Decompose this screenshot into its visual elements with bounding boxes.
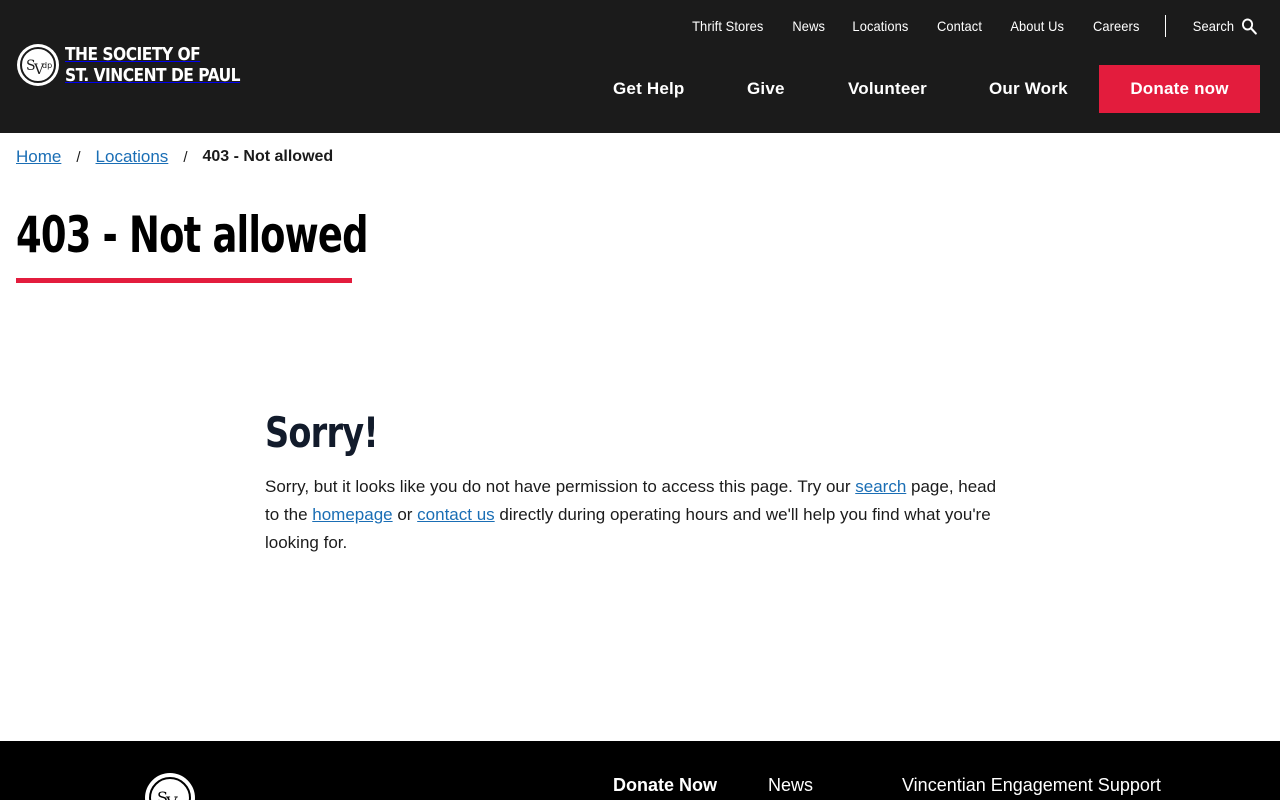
logo-line-1: THE SOCIETY OF <box>65 44 201 65</box>
title-underline <box>16 278 352 283</box>
contact-us-link[interactable]: contact us <box>417 505 495 524</box>
breadcrumb-home[interactable]: Home <box>16 147 61 167</box>
search-icon <box>1242 18 1257 35</box>
error-content: Sorry! Sorry, but it looks like you do n… <box>265 408 1005 557</box>
utility-link-news[interactable]: News <box>792 18 825 34</box>
nav-get-help[interactable]: Get Help <box>613 79 685 99</box>
homepage-link[interactable]: homepage <box>312 505 392 524</box>
breadcrumb-current: 403 - Not allowed <box>202 148 334 165</box>
sorry-heading: Sorry! <box>265 408 379 457</box>
breadcrumb-separator: / <box>76 148 81 166</box>
nav-give[interactable]: Give <box>747 79 785 99</box>
utility-link-locations[interactable]: Locations <box>853 18 909 34</box>
message-text: Sorry, but it looks like you do not have… <box>265 477 856 496</box>
utility-link-thrift-stores[interactable]: Thrift Stores <box>692 18 763 34</box>
donate-now-button[interactable]: Donate now <box>1099 65 1260 113</box>
logo-line-2: ST. VINCENT DE PAUL <box>65 65 241 86</box>
error-message: Sorry, but it looks like you do not have… <box>265 473 1005 557</box>
svg-text:V: V <box>165 793 178 800</box>
breadcrumb: Home / Locations / 403 - Not allowed <box>16 147 333 167</box>
site-logo[interactable]: S V dp THE SOCIETY OF ST. VINCENT DE PAU… <box>16 43 269 87</box>
utility-divider <box>1165 15 1167 37</box>
search-button[interactable]: Search <box>1193 18 1257 35</box>
footer-link-vincentian-engagement-support[interactable]: Vincentian Engagement Support <box>902 775 1161 796</box>
message-text: or <box>392 505 418 524</box>
page-title: 403 - Not allowed <box>16 206 369 264</box>
footer-link-donate-now[interactable]: Donate Now <box>613 775 717 796</box>
svg-text:dp: dp <box>42 61 52 70</box>
utility-link-careers[interactable]: Careers <box>1093 18 1139 34</box>
nav-our-work[interactable]: Our Work <box>989 79 1068 99</box>
breadcrumb-locations[interactable]: Locations <box>96 147 169 167</box>
utility-link-about-us[interactable]: About Us <box>1010 18 1064 34</box>
breadcrumb-separator: / <box>183 148 188 166</box>
site-header: S V dp THE SOCIETY OF ST. VINCENT DE PAU… <box>0 0 1280 133</box>
utility-link-contact[interactable]: Contact <box>937 18 982 34</box>
utility-nav: Thrift Stores News Locations Contact Abo… <box>665 15 1260 37</box>
nav-volunteer[interactable]: Volunteer <box>848 79 927 99</box>
footer-link-news[interactable]: News <box>768 775 813 796</box>
footer-logo-icon[interactable]: S V <box>144 772 196 800</box>
search-label: Search <box>1192 18 1235 34</box>
search-page-link[interactable]: search <box>855 477 906 496</box>
logo-text: THE SOCIETY OF ST. VINCENT DE PAUL <box>65 44 241 86</box>
svdp-logo-icon: S V dp <box>17 44 59 86</box>
site-footer: S V Donate Now News Vincentian Engagemen… <box>0 741 1280 800</box>
